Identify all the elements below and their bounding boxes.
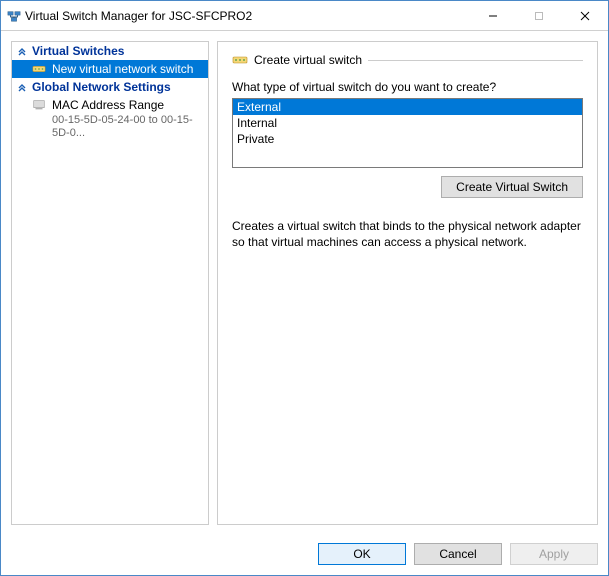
apply-button: Apply [510, 543, 598, 565]
dialog-body: Virtual Switches New virtual network swi… [1, 31, 608, 535]
nic-icon [32, 98, 46, 112]
category-virtual-switches[interactable]: Virtual Switches [12, 42, 208, 60]
ok-button[interactable]: OK [318, 543, 406, 565]
titlebar: Virtual Switch Manager for JSC-SFCPRO2 [1, 1, 608, 31]
option-private[interactable]: Private [233, 131, 582, 147]
collapse-icon [16, 45, 28, 57]
create-button-row: Create Virtual Switch [232, 176, 583, 198]
category-global-settings[interactable]: Global Network Settings [12, 78, 208, 96]
switch-type-listbox[interactable]: External Internal Private [232, 98, 583, 168]
switch-icon [32, 62, 46, 76]
section-title: Create virtual switch [254, 53, 362, 67]
collapse-icon [16, 81, 28, 93]
vsm-window: Virtual Switch Manager for JSC-SFCPRO2 V… [0, 0, 609, 576]
minimize-button[interactable] [470, 1, 516, 30]
category-label: Virtual Switches [32, 44, 124, 58]
nav-item-label: MAC Address Range [52, 98, 164, 112]
nav-item-new-switch[interactable]: New virtual network switch [12, 60, 208, 78]
window-title: Virtual Switch Manager for JSC-SFCPRO2 [21, 9, 470, 23]
content-panel: Create virtual switch What type of virtu… [217, 41, 598, 525]
app-icon [7, 9, 21, 23]
dialog-footer: OK Cancel Apply [1, 535, 608, 575]
switch-icon [232, 52, 248, 68]
divider [368, 60, 583, 61]
option-external[interactable]: External [233, 99, 582, 115]
close-button[interactable] [562, 1, 608, 30]
window-controls [470, 1, 608, 30]
section-header: Create virtual switch [232, 52, 583, 68]
category-label: Global Network Settings [32, 80, 171, 94]
prompt-text: What type of virtual switch do you want … [232, 80, 583, 94]
maximize-button[interactable] [516, 1, 562, 30]
nav-item-label: New virtual network switch [52, 62, 193, 76]
nav-item-mac-range[interactable]: MAC Address Range [12, 96, 208, 114]
create-virtual-switch-button[interactable]: Create Virtual Switch [441, 176, 583, 198]
option-internal[interactable]: Internal [233, 115, 582, 131]
mac-range-value: 00-15-5D-05-24-00 to 00-15-5D-0... [12, 114, 208, 140]
nav-tree: Virtual Switches New virtual network swi… [11, 41, 209, 525]
cancel-button[interactable]: Cancel [414, 543, 502, 565]
type-description: Creates a virtual switch that binds to t… [232, 218, 583, 250]
